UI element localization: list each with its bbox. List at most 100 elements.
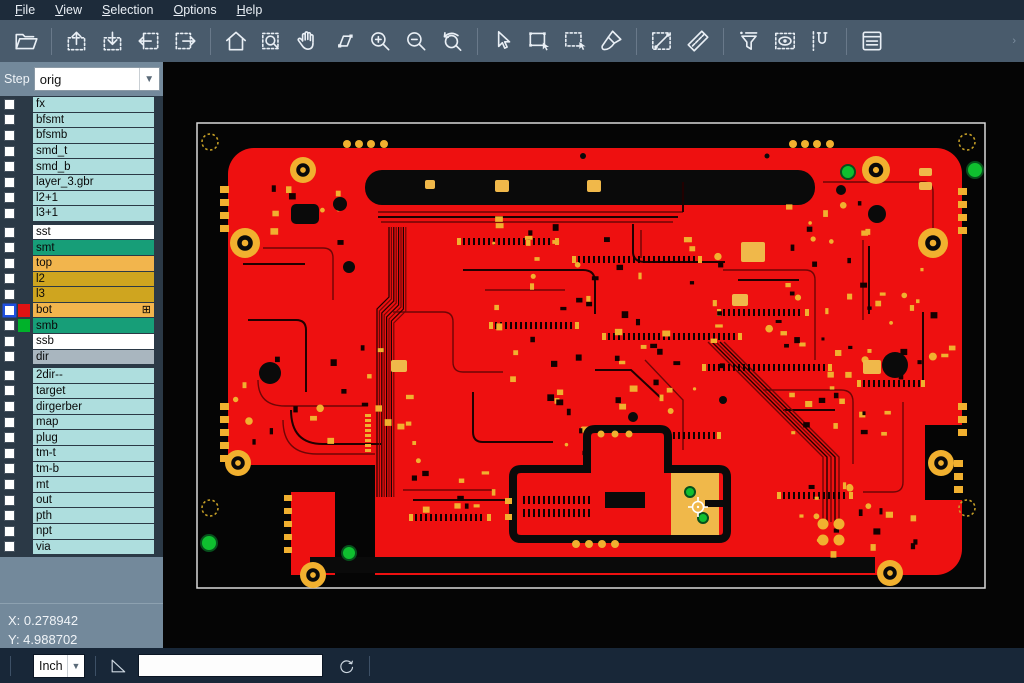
layer-label[interactable]: smd_t (33, 144, 154, 159)
toolbar-zoom-previous-button[interactable] (434, 23, 470, 59)
toolbar-view-eye-button[interactable] (767, 23, 803, 59)
layer-checkbox[interactable] (4, 114, 15, 125)
layer-label[interactable]: pth (33, 508, 154, 523)
layer-color-swatch[interactable] (18, 257, 30, 270)
layer-checkbox[interactable] (4, 385, 15, 396)
command-input[interactable] (138, 654, 323, 677)
layer-label[interactable]: mt (33, 477, 154, 492)
layer-checkbox[interactable] (4, 448, 15, 459)
layer-checkbox[interactable] (4, 463, 15, 474)
layer-checkbox[interactable] (4, 305, 15, 316)
toolbar-ruler-button[interactable] (680, 23, 716, 59)
layer-color-swatch[interactable] (18, 145, 30, 158)
layer-color-swatch[interactable] (18, 241, 30, 254)
layer-label[interactable]: dirgerber (33, 399, 154, 414)
layer-label[interactable]: top (33, 256, 154, 271)
layer-color-swatch[interactable] (18, 525, 30, 538)
toolbar-snap-button[interactable] (803, 23, 839, 59)
layer-label[interactable]: map (33, 415, 154, 430)
toolbar-shift-left-button[interactable] (131, 23, 167, 59)
layer-label[interactable]: fx (33, 97, 154, 112)
layer-label[interactable]: npt (33, 524, 154, 539)
layer-checkbox[interactable] (4, 99, 15, 110)
layer-color-swatch[interactable] (18, 400, 30, 413)
chevron-down-icon[interactable]: ▼ (139, 68, 159, 90)
layer-color-swatch[interactable] (18, 335, 30, 348)
layer-checkbox[interactable] (4, 258, 15, 269)
layer-color-swatch[interactable] (18, 207, 30, 220)
toolbar-select-rect-button[interactable] (521, 23, 557, 59)
layer-label[interactable]: l2 (33, 272, 154, 287)
toolbar-select-pointer-button[interactable] (485, 23, 521, 59)
layer-label[interactable]: sst (33, 225, 154, 240)
chevron-down-icon[interactable]: ▼ (67, 655, 84, 677)
layer-label[interactable]: bot⊞ (33, 303, 154, 318)
layer-color-swatch[interactable] (18, 540, 30, 553)
step-select[interactable]: orig ▼ (34, 67, 160, 91)
layer-label[interactable]: tm-t (33, 446, 154, 461)
layer-color-swatch[interactable] (18, 350, 30, 363)
toolbar-layer-down-button[interactable] (95, 23, 131, 59)
layer-checkbox[interactable] (4, 146, 15, 157)
layer-label[interactable]: via (33, 540, 154, 555)
layer-label[interactable]: l3 (33, 287, 154, 302)
layer-checkbox[interactable] (4, 227, 15, 238)
layer-label[interactable]: ssb (33, 334, 154, 349)
layer-label[interactable]: 2dir-- (33, 368, 154, 383)
layer-label[interactable]: smb (33, 318, 154, 333)
layer-checkbox[interactable] (4, 351, 15, 362)
layer-label[interactable]: l3+1 (33, 206, 154, 221)
layer-color-swatch[interactable] (18, 462, 30, 475)
layer-label[interactable]: smt (33, 240, 154, 255)
layer-label[interactable]: bfsmb (33, 128, 154, 143)
layer-checkbox[interactable] (4, 401, 15, 412)
layer-color-swatch[interactable] (18, 431, 30, 444)
layer-color-swatch[interactable] (18, 494, 30, 507)
layer-color-swatch[interactable] (18, 129, 30, 142)
layer-checkbox[interactable] (4, 336, 15, 347)
menu-view[interactable]: View (46, 2, 91, 18)
layer-label[interactable]: tm-b (33, 462, 154, 477)
toolbar-zoom-in-button[interactable] (362, 23, 398, 59)
toolbar-zoom-out-button[interactable] (398, 23, 434, 59)
layer-checkbox[interactable] (4, 161, 15, 172)
menu-options[interactable]: Options (164, 2, 225, 18)
toolbar-select-region-button[interactable] (557, 23, 593, 59)
toolbar-layer-up-button[interactable] (59, 23, 95, 59)
layer-color-swatch[interactable] (18, 416, 30, 429)
angle-measure-icon[interactable] (106, 654, 130, 678)
toolbar-panel-button[interactable] (854, 23, 890, 59)
layer-checkbox[interactable] (4, 289, 15, 300)
menu-file[interactable]: File (6, 2, 44, 18)
pcb-canvas[interactable] (163, 62, 1024, 648)
layer-checkbox[interactable] (4, 208, 15, 219)
layer-label[interactable]: target (33, 384, 154, 399)
layer-color-swatch[interactable] (18, 369, 30, 382)
layer-color-swatch[interactable] (18, 191, 30, 204)
layer-checkbox[interactable] (4, 130, 15, 141)
layer-checkbox[interactable] (4, 417, 15, 428)
grid-icon[interactable]: ⊞ (142, 305, 151, 315)
layer-color-swatch[interactable] (18, 226, 30, 239)
layer-color-swatch[interactable] (18, 509, 30, 522)
layer-label[interactable]: out (33, 493, 154, 508)
layer-color-swatch[interactable] (18, 384, 30, 397)
toolbar-shift-right-button[interactable] (167, 23, 203, 59)
toolbar-pan-button[interactable] (290, 23, 326, 59)
toolbar-zoom-window-button[interactable] (254, 23, 290, 59)
refresh-icon[interactable] (335, 654, 359, 678)
layer-color-swatch[interactable] (18, 98, 30, 111)
toolbar-open-button[interactable] (8, 23, 44, 59)
layer-label[interactable]: layer_3.gbr (33, 175, 154, 190)
layer-checkbox[interactable] (4, 273, 15, 284)
layer-checkbox[interactable] (4, 526, 15, 537)
toolbar-brush-button[interactable] (593, 23, 629, 59)
layer-color-swatch[interactable] (18, 447, 30, 460)
layer-color-swatch[interactable] (18, 272, 30, 285)
layer-label[interactable]: bfsmt (33, 113, 154, 128)
layer-label[interactable]: smd_b (33, 159, 154, 174)
menu-selection[interactable]: Selection (93, 2, 162, 18)
layer-color-swatch[interactable] (18, 113, 30, 126)
layer-label[interactable]: dir (33, 350, 154, 365)
layer-color-swatch[interactable] (18, 160, 30, 173)
